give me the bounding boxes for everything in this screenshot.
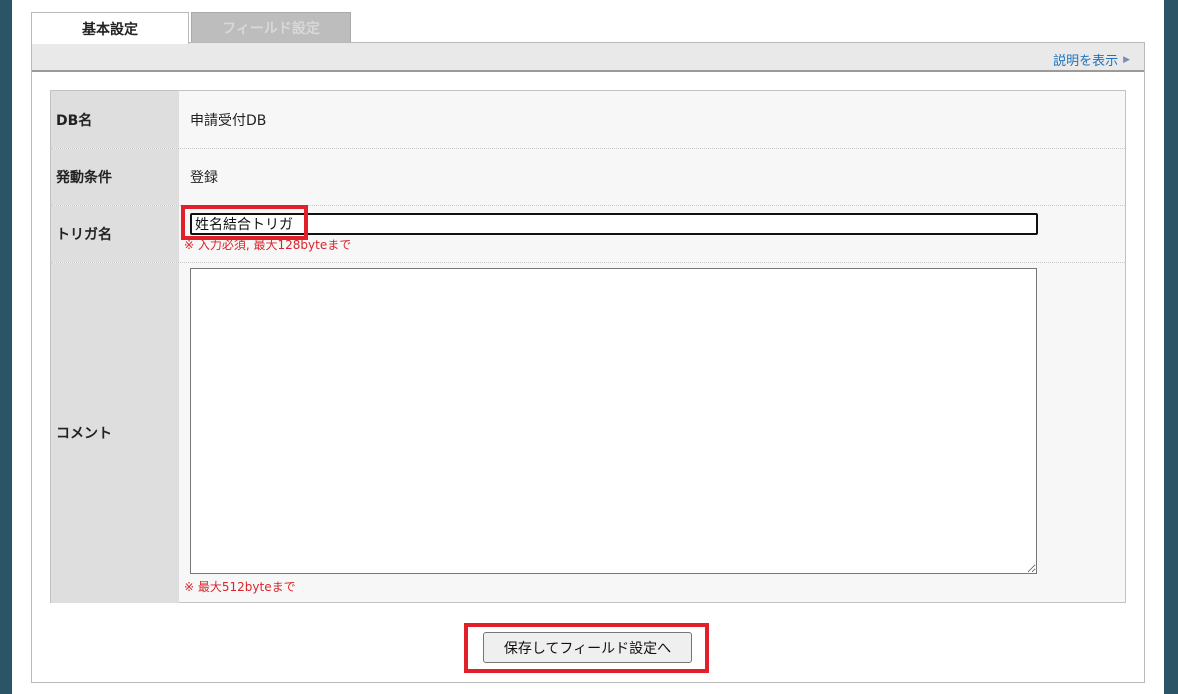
tab-basic-settings[interactable]: 基本設定 [31,12,189,44]
trigger-condition-label: 発動条件 [51,149,179,205]
trigger-name-input[interactable] [190,213,1038,235]
comment-textarea[interactable] [190,268,1037,574]
trigger-form: DB名 申請受付DB 発動条件 登録 トリガ名 ※ 入力必須, 最大128byt… [50,90,1126,603]
form-row-trigger-name: トリガ名 ※ 入力必須, 最大128byteまで [51,206,1125,263]
tab-field-settings[interactable]: フィールド設定 [191,12,351,43]
help-bar: 説明を表示 ▶ [32,43,1144,72]
db-name-value: 申請受付DB [190,112,267,129]
comment-note: ※ 最大512byteまで [184,580,296,594]
save-and-field-settings-button[interactable]: 保存してフィールド設定へ [483,632,692,663]
triangle-right-icon: ▶ [1123,54,1130,65]
show-help-link[interactable]: 説明を表示 ▶ [1053,50,1130,69]
comment-label: コメント [51,263,179,603]
trigger-condition-cell: 登録 [179,149,1125,205]
window-frame-left [0,0,12,694]
trigger-condition-value: 登録 [190,170,218,186]
db-name-label: DB名 [51,91,179,148]
show-help-label[interactable]: 説明を表示 [1053,50,1118,69]
trigger-name-label: トリガ名 [51,206,179,262]
window-frame-right [1164,0,1178,694]
trigger-name-cell: ※ 入力必須, 最大128byteまで [179,206,1125,262]
db-name-cell: 申請受付DB [179,91,1125,148]
settings-panel: 説明を表示 ▶ DB名 申請受付DB 発動条件 登録 トリガ名 ※ 入力必須, … [31,42,1145,683]
form-row-db-name: DB名 申請受付DB [51,91,1125,149]
trigger-name-note: ※ 入力必須, 最大128byteまで [184,238,352,252]
form-row-trigger-condition: 発動条件 登録 [51,149,1125,206]
comment-cell: ※ 最大512byteまで [179,263,1125,603]
form-row-comment: コメント ※ 最大512byteまで [51,263,1125,603]
